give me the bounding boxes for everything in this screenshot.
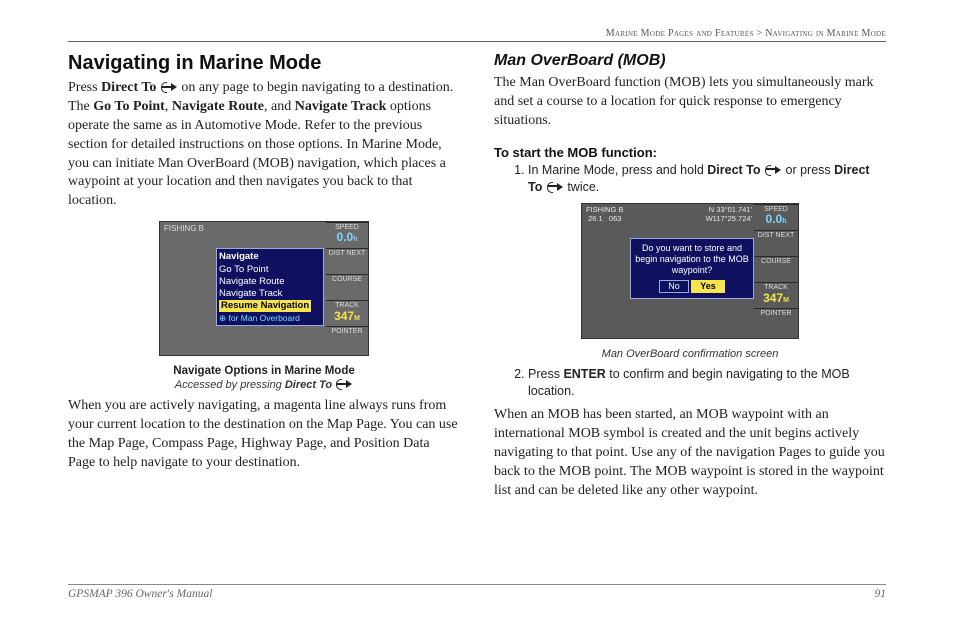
para-intro: Press Direct To on any page to begin nav… <box>68 79 460 211</box>
left-column: Navigating in Marine Mode Press Direct T… <box>68 52 460 511</box>
scr2-yes-button: Yes <box>691 280 725 293</box>
direct-to-icon <box>764 165 782 175</box>
figure-caption-mob: Man OverBoard confirmation screen <box>494 348 886 360</box>
footer-manual-title: GPSMAP 396 Owner's Manual <box>68 588 212 600</box>
scr2-right-data: SPEED0.0h DIST NEXT COURSE TRACK347M POI… <box>754 204 798 338</box>
breadcrumb-section: Marine Mode Pages and Features <box>606 28 754 39</box>
direct-to-icon <box>335 379 353 389</box>
breadcrumb: Marine Mode Pages and Features > Navigat… <box>68 28 886 39</box>
heading-mob: Man OverBoard (MOB) <box>494 52 886 70</box>
direct-to-icon <box>160 82 178 92</box>
scr1-right-data: SPEED0.0h DIST NEXT COURSE TRACK347M POI… <box>326 222 368 355</box>
mob-steps-cont: Press ENTER to confirm and begin navigat… <box>494 366 886 400</box>
header-rule <box>68 41 886 42</box>
mob-step-2: Press ENTER to confirm and begin navigat… <box>528 366 886 400</box>
scr2-dialog: Do you want to store and begin navigatio… <box>630 238 754 298</box>
figure-mob-confirm: FISHING B 26.1 063 N 33°01.741' W117°25.… <box>494 203 886 360</box>
para-active-nav: When you are actively navigating, a mage… <box>68 397 460 473</box>
scr2-dialog-msg: Do you want to store and begin navigatio… <box>635 243 749 275</box>
scr1-popup-hint: ⊕ for Man Overboard <box>219 313 321 324</box>
scr1-popup: Navigate Go To Point Navigate Route Navi… <box>216 248 324 326</box>
scr1-popup-title: Navigate <box>219 251 321 263</box>
scr2-no-button: No <box>659 280 689 293</box>
figure-navigate-options: FISHING B SPEED0.0h DIST NEXT COURSE TRA… <box>68 221 460 391</box>
screenshot-navigate-options: FISHING B SPEED0.0h DIST NEXT COURSE TRA… <box>159 221 369 356</box>
scr1-popup-item: Navigate Route <box>219 276 321 288</box>
para-mob-after: When an MOB has been started, an MOB way… <box>494 406 886 500</box>
direct-to-icon <box>546 182 564 192</box>
scr1-title: FISHING B <box>164 224 204 233</box>
scr1-popup-item: Navigate Track <box>219 288 321 300</box>
breadcrumb-sep: > <box>756 28 762 39</box>
breadcrumb-page: Navigating in Marine Mode <box>765 28 886 39</box>
figure-caption-1: Navigate Options in Marine Mode <box>68 365 460 377</box>
scr2-top: FISHING B 26.1 063 N 33°01.741' W117°25.… <box>586 205 752 223</box>
footer: GPSMAP 396 Owner's Manual 91 <box>68 584 886 600</box>
heading-start-mob: To start the MOB function: <box>494 145 886 160</box>
figure-caption-2: Accessed by pressing Direct To <box>68 379 460 391</box>
footer-page-number: 91 <box>875 588 887 600</box>
mob-steps: In Marine Mode, press and hold Direct To… <box>494 162 886 196</box>
heading-navigating: Navigating in Marine Mode <box>68 52 460 75</box>
scr1-popup-selected: Resume Navigation <box>219 300 311 312</box>
mob-step-1: In Marine Mode, press and hold Direct To… <box>528 162 886 196</box>
para-mob-intro: The Man OverBoard function (MOB) lets yo… <box>494 74 886 131</box>
right-column: Man OverBoard (MOB) The Man OverBoard fu… <box>494 52 886 511</box>
scr1-popup-item: Go To Point <box>219 264 321 276</box>
screenshot-mob-confirm: FISHING B 26.1 063 N 33°01.741' W117°25.… <box>581 203 799 339</box>
